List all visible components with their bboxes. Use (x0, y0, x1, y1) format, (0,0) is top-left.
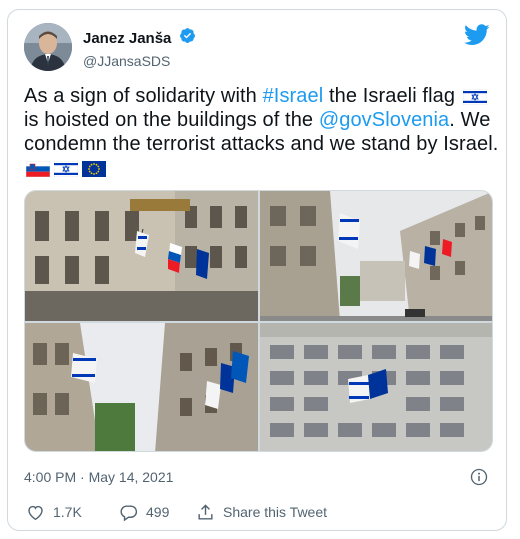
verified-badge-icon (179, 27, 196, 49)
avatar[interactable] (24, 23, 72, 71)
israel-flag-icon (53, 159, 79, 178)
author-block[interactable]: Janez Janša @JJansaSDS (83, 27, 196, 69)
tweet-text: As a sign of solidarity with #Israel the… (24, 84, 502, 180)
tweet-timestamp[interactable]: 4:00 PM · May 14, 2021 (24, 469, 173, 485)
israel-flag-icon (462, 87, 487, 106)
share-button[interactable]: Share this Tweet (196, 501, 327, 523)
share-icon (198, 503, 213, 520)
slovenia-flag-icon (25, 159, 51, 178)
reply-icon (120, 504, 138, 521)
tweet-text-part: is hoisted on the buildings of the (24, 109, 319, 131)
reply-button[interactable]: 499 (119, 501, 169, 523)
user-handle[interactable]: @JJansaSDS (83, 53, 196, 69)
media-photo[interactable] (25, 191, 258, 321)
media-photo[interactable] (260, 191, 492, 321)
tweet-text-part: the Israeli flag (323, 85, 461, 107)
info-icon[interactable] (470, 468, 488, 491)
share-label: Share this Tweet (223, 504, 328, 520)
mention-link[interactable]: @govSlovenia (319, 109, 449, 131)
like-button[interactable]: 1.7K (26, 501, 82, 523)
eu-flag-icon (82, 159, 106, 177)
reply-count: 499 (146, 504, 170, 520)
hashtag-link[interactable]: #Israel (263, 85, 324, 107)
media-grid[interactable] (24, 190, 493, 452)
media-photo[interactable] (25, 323, 258, 451)
media-photo[interactable] (260, 323, 492, 451)
tweet-card[interactable]: Janez Janša @JJansaSDS As a sign of soli… (7, 9, 507, 531)
twitter-bird-icon[interactable] (463, 24, 490, 51)
action-bar: 1.7K 499 Share this Tweet (24, 501, 494, 523)
tweet-text-part: As a sign of solidarity with (24, 85, 263, 107)
like-count: 1.7K (53, 504, 82, 520)
display-name[interactable]: Janez Janša (83, 30, 171, 47)
heart-icon (28, 505, 43, 520)
